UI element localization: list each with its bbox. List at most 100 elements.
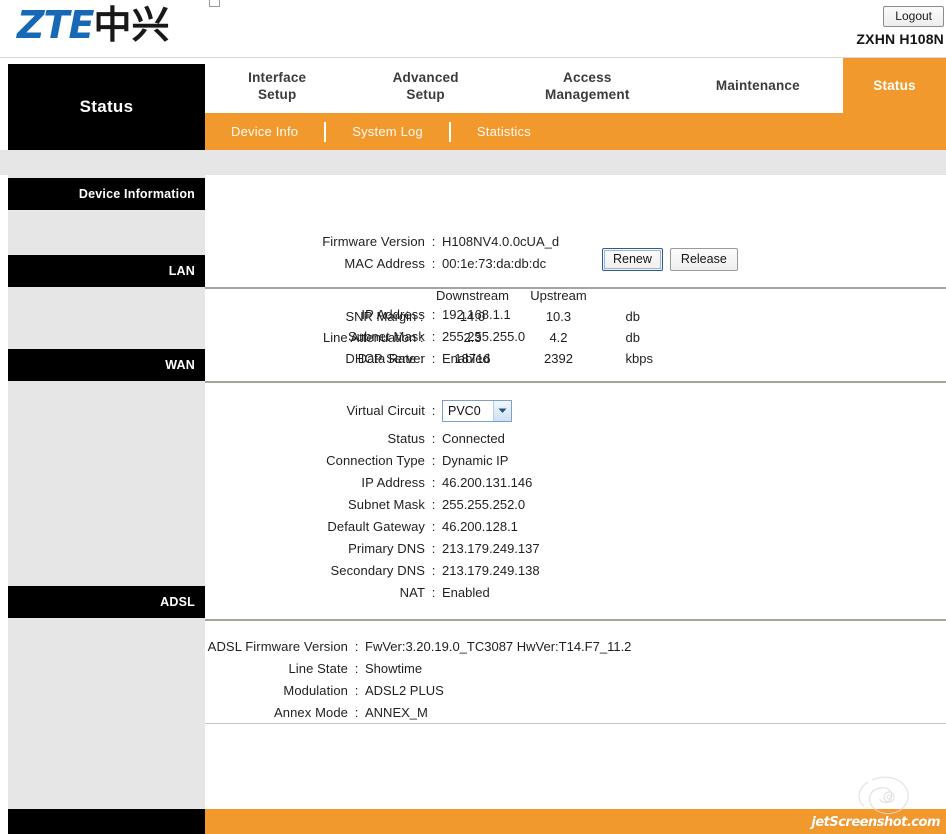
row-colon: :: [431, 403, 436, 418]
row-label: Modulation: [283, 682, 348, 698]
table-row: Secondary DNS : 213.179.249.138: [205, 559, 725, 581]
row-colon: :: [354, 682, 359, 698]
row-label: Data Rate :: [357, 351, 424, 366]
virtual-circuit-selected-value: PVC0: [448, 403, 481, 418]
stats-col-header-downstream: Downstream: [436, 288, 509, 303]
row-colon: :: [431, 233, 436, 249]
wan-action-buttons: Renew Release: [602, 248, 738, 271]
virtual-circuit-select[interactable]: PVC0: [442, 399, 512, 422]
table-row: Status : Connected: [205, 427, 725, 449]
header-right-group: Logout ZXHN H108N: [856, 6, 944, 47]
row-value: 213.179.249.138: [442, 562, 540, 578]
logout-button[interactable]: Logout: [883, 6, 944, 27]
row-colon: :: [354, 660, 359, 676]
row-value: 46.200.131.146: [442, 474, 533, 490]
table-header-row: Downstream Upstream: [323, 285, 653, 306]
tab-interface-setup[interactable]: Interface Setup: [205, 69, 349, 103]
table-row: Line Attenuation : 2.3 4.2 db: [323, 327, 653, 348]
row-value: Enabled: [442, 584, 490, 600]
row-colon: :: [431, 474, 436, 490]
content-panel: Firmware Version : H108NV4.0.0cUA_d MAC …: [205, 175, 946, 809]
row-label: Virtual Circuit: [346, 403, 425, 418]
page-header: ZTE中兴 Logout ZXHN H108N: [0, 0, 946, 58]
table-row: IP Address : 46.200.131.146: [205, 471, 725, 493]
row-label: Connection Type: [326, 452, 425, 468]
row-colon: :: [431, 255, 436, 271]
footer-sidebar-block: [8, 809, 205, 834]
table-row: ADSL Firmware Version : FwVer:3.20.19.0_…: [205, 635, 805, 657]
page-body: Device Information LAN WAN ADSL Firmware…: [0, 175, 946, 809]
section-separator-band: [0, 150, 946, 175]
row-unit: kbps: [625, 351, 653, 366]
wan-virtual-circuit-row: Virtual Circuit : PVC0: [205, 397, 725, 424]
broken-image-placeholder-icon: [209, 0, 220, 7]
sub-tab-bar: Device Info System Log Statistics: [205, 113, 946, 150]
row-upstream: 2392: [544, 351, 573, 366]
table-row: Annex Mode : ANNEX_M: [205, 701, 805, 723]
row-colon: :: [431, 430, 436, 446]
row-value: ADSL2 PLUS: [365, 682, 444, 698]
row-value: 213.179.249.137: [442, 540, 540, 556]
table-row: Primary DNS : 213.179.249.137: [205, 537, 725, 559]
row-label: Line State: [288, 660, 348, 676]
subtab-system-log[interactable]: System Log: [324, 121, 449, 142]
row-colon: :: [354, 638, 359, 654]
row-label: Line Attenuation :: [323, 330, 424, 345]
tab-advanced-setup[interactable]: Advanced Setup: [349, 69, 501, 103]
sidebar-section-lan: LAN: [8, 255, 205, 287]
row-value: Connected: [442, 430, 505, 446]
table-row: Connection Type : Dynamic IP: [205, 449, 725, 471]
divider-adsl-stats: [205, 723, 946, 724]
row-label: MAC Address: [344, 255, 425, 271]
current-section-title: Status: [8, 64, 205, 150]
stats-col-header-unit: [601, 285, 652, 306]
row-label: NAT: [399, 584, 425, 600]
tab-maintenance[interactable]: Maintenance: [673, 77, 843, 94]
row-label: Annex Mode: [274, 704, 348, 720]
row-colon: :: [354, 704, 359, 720]
table-row: Modulation : ADSL2 PLUS: [205, 679, 805, 701]
logo-cjk-text: 中兴: [93, 3, 170, 47]
row-label: SNR Margin :: [345, 309, 424, 324]
row-label: Status: [387, 430, 425, 446]
chevron-down-icon[interactable]: [493, 400, 511, 421]
row-value: 255.255.252.0: [442, 496, 526, 512]
row-value: PVC0: [438, 397, 725, 424]
zte-logo: ZTE中兴: [17, 2, 169, 49]
logo-latin-text: ZTE: [17, 3, 94, 47]
row-label: ADSL Firmware Version: [207, 638, 348, 654]
row-unit: db: [625, 309, 640, 324]
row-downstream: 14.0: [459, 309, 486, 324]
row-unit: db: [625, 330, 640, 345]
row-label: Secondary DNS: [330, 562, 425, 578]
table-row: NAT : Enabled: [205, 581, 725, 603]
table-row: Line State : Showtime: [205, 657, 805, 679]
row-label: Subnet Mask: [348, 496, 425, 512]
stats-row-label-header: [323, 285, 429, 306]
navigation: Status Interface Setup Advanced Setup Acce…: [0, 58, 946, 150]
page-footer: [0, 809, 946, 834]
row-value: FwVer:3.20.19.0_TC3087 HwVer:T14.F7_11.2: [365, 638, 632, 654]
sidebar-section-device-information: Device Information: [8, 178, 205, 210]
row-colon: :: [431, 518, 436, 534]
release-button[interactable]: Release: [669, 248, 738, 271]
divider-adsl: [205, 619, 946, 621]
divider-wan: [205, 381, 946, 383]
subtab-statistics[interactable]: Statistics: [448, 121, 557, 142]
device-model-label: ZXHN H108N: [856, 31, 944, 47]
sidebar-section-adsl: ADSL: [8, 586, 205, 618]
tab-status[interactable]: Status: [843, 58, 946, 113]
renew-button[interactable]: Renew: [602, 248, 663, 271]
row-value: Dynamic IP: [442, 452, 509, 468]
row-colon: :: [431, 496, 436, 512]
tab-access-management[interactable]: Access Management: [502, 69, 673, 103]
row-label: Primary DNS: [348, 540, 425, 556]
subtab-device-info[interactable]: Device Info: [205, 122, 324, 142]
table-row: Data Rate : 18716 2392 kbps: [323, 348, 653, 369]
row-value: Showtime: [365, 660, 423, 676]
row-colon: :: [431, 562, 436, 578]
row-colon: :: [431, 584, 436, 600]
sidebar: Device Information LAN WAN ADSL: [8, 175, 205, 809]
table-row: SNR Margin : 14.0 10.3 db: [323, 306, 653, 327]
adsl-table: ADSL Firmware Version : FwVer:3.20.19.0_…: [205, 635, 805, 723]
